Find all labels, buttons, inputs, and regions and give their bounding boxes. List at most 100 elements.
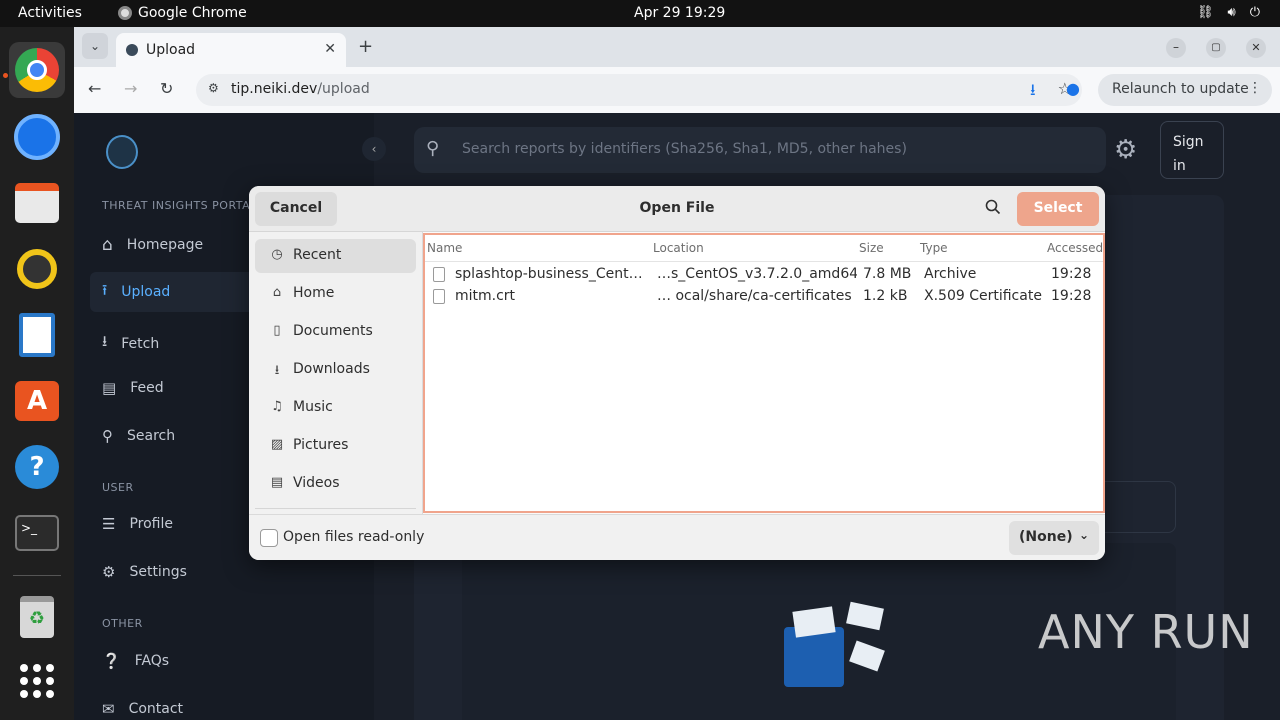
nav-contact[interactable]: ✉ Contact bbox=[102, 700, 183, 718]
profile-icon[interactable]: ● bbox=[1066, 79, 1080, 98]
tab-list-button[interactable]: ⌄ bbox=[82, 33, 108, 59]
file-accessed: 19:28 bbox=[1051, 288, 1092, 304]
tab-title: Upload bbox=[146, 42, 196, 58]
place-pictures[interactable]: ▨ Pictures bbox=[255, 429, 416, 463]
column-name[interactable]: Name bbox=[427, 241, 462, 255]
rhythmbox-dock-icon[interactable] bbox=[9, 241, 65, 297]
chrome-dock-icon[interactable] bbox=[9, 42, 65, 98]
nav-feed[interactable]: ▤ Feed bbox=[102, 379, 164, 397]
thunderbird-dock-icon[interactable] bbox=[9, 109, 65, 165]
nav-fetch[interactable]: ⭳ Fetch bbox=[102, 331, 159, 356]
column-accessed[interactable]: Accessed bbox=[1047, 241, 1103, 255]
open-file-dialog: Cancel Open File Select ◷ Recent ⌂ Home ▯ D… bbox=[249, 186, 1105, 560]
forward-icon[interactable]: → bbox=[124, 79, 137, 98]
power-icon: ⏻ bbox=[1249, 5, 1260, 20]
nav-settings[interactable]: ⚙ Settings bbox=[102, 563, 187, 581]
file-location: … ocal/share/ca-certificates bbox=[657, 288, 852, 304]
read-only-label[interactable]: Open files read-only bbox=[283, 529, 424, 545]
activities-button[interactable]: Activities bbox=[18, 5, 82, 21]
address-bar[interactable]: ⚙ tip.neiki.dev/upload ☆ bbox=[196, 74, 1082, 106]
file-name: mitm.crt bbox=[455, 288, 516, 304]
minimize-icon[interactable]: – bbox=[1166, 38, 1186, 58]
file-list[interactable]: Name Location Size Type Accessed splasht… bbox=[423, 233, 1105, 513]
downloads-icon[interactable]: ⭳ bbox=[1030, 79, 1036, 106]
collapse-sidebar-icon[interactable]: ‹ bbox=[362, 137, 386, 161]
place-home[interactable]: ⌂ Home bbox=[255, 277, 416, 311]
place-recent[interactable]: ◷ Recent bbox=[255, 239, 416, 273]
places-divider bbox=[255, 508, 416, 509]
file-row[interactable]: mitm.crt … ocal/share/ca-certificates 1.… bbox=[425, 286, 1103, 308]
file-location: …s_CentOS_v3.7.2.0_amd64 bbox=[657, 266, 857, 282]
place-documents[interactable]: ▯ Documents bbox=[255, 315, 416, 349]
document-icon: ▯ bbox=[273, 323, 281, 338]
read-only-checkbox[interactable] bbox=[260, 529, 278, 547]
nav-search[interactable]: ⚲ Search bbox=[102, 427, 175, 445]
app-center-dock-icon[interactable]: A bbox=[9, 373, 65, 429]
clock[interactable]: Apr 29 19:29 bbox=[634, 5, 725, 21]
nav-homepage[interactable]: ⌂ Homepage bbox=[102, 235, 203, 255]
column-type[interactable]: Type bbox=[920, 241, 948, 255]
file-row[interactable]: splashtop-business_Cent… …s_CentOS_v3.7.… bbox=[425, 264, 1103, 286]
profile-icon: ☰ bbox=[102, 515, 116, 533]
running-indicator bbox=[3, 73, 8, 78]
settings-gear-icon[interactable]: ⚙ bbox=[1114, 135, 1137, 165]
tab-upload[interactable]: Upload ✕ bbox=[116, 33, 346, 67]
search-placeholder: Search reports by identifiers (Sha256, S… bbox=[462, 141, 907, 157]
nav-faqs[interactable]: ❔ FAQs bbox=[102, 652, 169, 670]
section-portal: THREAT INSIGHTS PORTAL bbox=[102, 199, 257, 212]
upload-illustration bbox=[776, 601, 886, 693]
close-tab-icon[interactable]: ✕ bbox=[324, 41, 336, 57]
file-type: Archive bbox=[924, 266, 977, 282]
writer-dock-icon[interactable] bbox=[9, 307, 65, 363]
column-location[interactable]: Location bbox=[653, 241, 704, 255]
contact-icon: ✉ bbox=[102, 700, 115, 718]
site-info-icon[interactable]: ⚙ bbox=[208, 81, 219, 95]
place-downloads[interactable]: ⭳ Downloads bbox=[255, 353, 416, 387]
place-music[interactable]: ♫ Music bbox=[255, 391, 416, 425]
place-videos[interactable]: ▤ Videos bbox=[255, 467, 416, 501]
faq-icon: ❔ bbox=[102, 652, 121, 670]
more-menu-icon[interactable]: ⋮ bbox=[1248, 80, 1262, 96]
app-menu[interactable]: Google Chrome bbox=[118, 5, 247, 21]
column-size[interactable]: Size bbox=[859, 241, 884, 255]
relaunch-button[interactable]: Relaunch to update ⋮ bbox=[1098, 74, 1272, 106]
site-logo[interactable] bbox=[106, 135, 138, 169]
select-button[interactable]: Select bbox=[1017, 192, 1099, 226]
search-icon: ⚲ bbox=[102, 427, 113, 445]
maximize-icon[interactable]: ▢ bbox=[1206, 38, 1226, 58]
files-dock-icon[interactable] bbox=[9, 175, 65, 231]
search-icon[interactable] bbox=[985, 199, 1001, 219]
help-dock-icon[interactable]: ? bbox=[9, 439, 65, 495]
chevron-down-icon: ⌄ bbox=[1078, 528, 1089, 542]
app-name: Google Chrome bbox=[138, 5, 247, 21]
file-filter-dropdown[interactable]: (None) ⌄ bbox=[1009, 521, 1099, 555]
close-window-icon[interactable]: ✕ bbox=[1246, 38, 1266, 58]
file-type: X.509 Certificate bbox=[924, 288, 1042, 304]
browser-toolbar: ← → ↻ ⚙ tip.neiki.dev/upload ☆ ⭳ ● Relau… bbox=[74, 67, 1280, 113]
home-icon: ⌂ bbox=[102, 235, 113, 255]
system-tray[interactable]: ⛓ 🔊︎ ⏻ bbox=[1197, 5, 1260, 20]
archive-file-icon bbox=[433, 267, 445, 282]
show-apps-icon[interactable] bbox=[9, 653, 65, 709]
clock-icon: ◷ bbox=[271, 247, 283, 262]
reload-icon[interactable]: ↻ bbox=[160, 79, 173, 98]
report-search-input[interactable]: ⚲ Search reports by identifiers (Sha256,… bbox=[414, 127, 1106, 173]
sign-in-button[interactable]: Sign in bbox=[1160, 121, 1224, 179]
gear-icon: ⚙ bbox=[102, 563, 116, 581]
picture-icon: ▨ bbox=[270, 437, 284, 452]
column-header-divider bbox=[425, 261, 1103, 262]
nav-profile[interactable]: ☰ Profile bbox=[102, 515, 173, 533]
trash-dock-icon[interactable]: ♻ bbox=[9, 589, 65, 645]
dialog-title: Open File bbox=[639, 200, 715, 216]
file-size: 7.8 MB bbox=[863, 266, 912, 282]
search-icon: ⚲ bbox=[426, 138, 440, 159]
tab-strip: ⌄ Upload ✕ + – ▢ ✕ bbox=[74, 27, 1280, 67]
terminal-dock-icon[interactable]: >_ bbox=[9, 505, 65, 561]
dialog-header: Cancel Open File Select bbox=[249, 186, 1105, 232]
new-tab-icon[interactable]: + bbox=[358, 36, 373, 57]
section-other: OTHER bbox=[102, 617, 143, 630]
upload-icon: ⭱ bbox=[102, 280, 108, 299]
system-top-bar: Activities Google Chrome Apr 29 19:29 ⛓ … bbox=[0, 0, 1280, 27]
file-name: splashtop-business_Cent… bbox=[455, 266, 643, 282]
back-icon[interactable]: ← bbox=[88, 79, 101, 98]
